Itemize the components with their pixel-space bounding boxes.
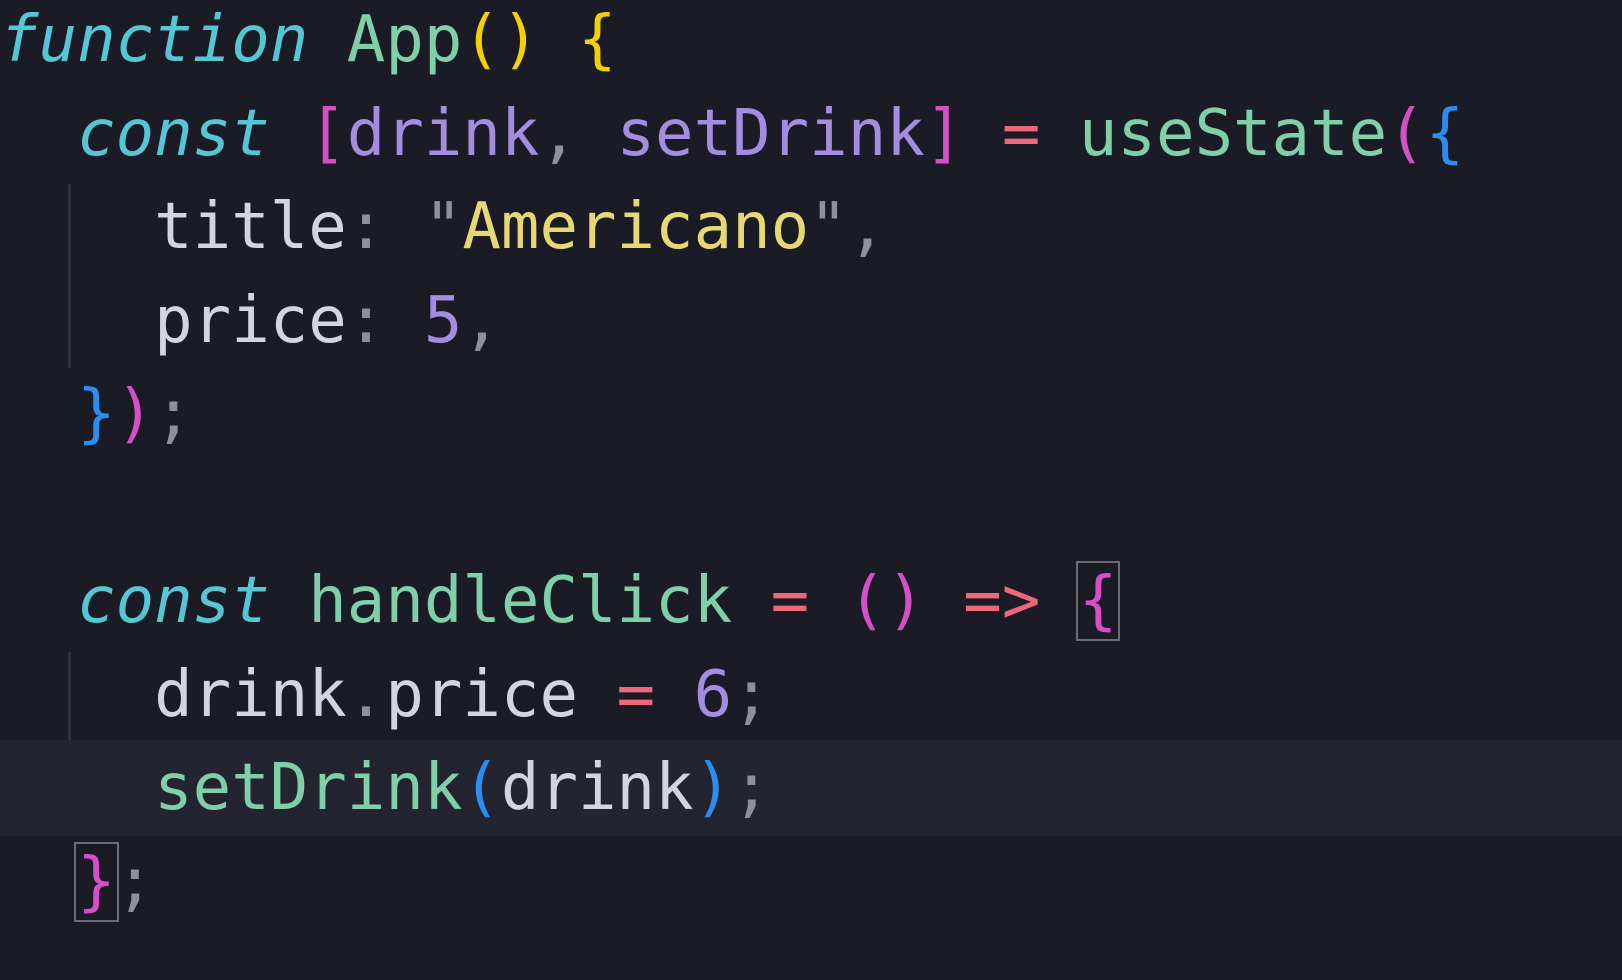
code-line[interactable]: const [drink, setDrink] = useState({ [0, 86, 1622, 182]
code-line[interactable]: drink.price = 6; [0, 647, 1622, 743]
code-token: drink [346, 96, 540, 171]
matched-bracket: } [74, 841, 119, 922]
code-token: => [963, 564, 1041, 638]
code-token: , [847, 190, 887, 264]
code-token: ; [154, 377, 193, 451]
code-token: ] [924, 96, 964, 171]
code-editor[interactable]: function App() { const [drink, setDrink]… [0, 0, 1622, 980]
code-token: { [577, 3, 617, 77]
code-line[interactable]: const handleClick = () => { [0, 553, 1622, 649]
code-line[interactable]: title: "Americano", [0, 179, 1622, 275]
code-token: useState [1078, 96, 1388, 171]
code-token: const [77, 564, 270, 638]
code-token: , [539, 96, 578, 171]
code-token: " [809, 190, 848, 264]
code-token: ( [462, 751, 501, 825]
code-line[interactable]: }; [0, 834, 1622, 930]
code-token: title [154, 190, 347, 264]
code-token: ) [115, 377, 155, 451]
code-token: = [770, 564, 810, 638]
code-token: handleClick [308, 564, 733, 638]
code-line[interactable]: price: 5, [0, 273, 1622, 369]
code-line[interactable]: }); [0, 366, 1622, 462]
code-token: price [154, 283, 347, 358]
code-token: setDrink [616, 96, 925, 171]
code-token: ; [115, 844, 155, 919]
code-line[interactable]: function App() { [0, 0, 1622, 88]
code-token: setDrink [154, 751, 463, 825]
code-token: () [462, 3, 540, 77]
code-token: : [346, 283, 386, 358]
code-token: function [0, 3, 309, 77]
code-token: ) [693, 751, 733, 825]
code-token: = [616, 657, 656, 732]
code-token: ; [732, 657, 771, 732]
code-token: price [385, 657, 578, 732]
code-token: () [847, 564, 925, 638]
code-token: const [77, 96, 270, 171]
code-token: = [1001, 96, 1041, 171]
code-token: ; [732, 751, 771, 825]
code-token: . [346, 657, 386, 732]
code-token: drink [500, 751, 694, 825]
code-line[interactable] [0, 460, 1622, 556]
code-token: Americano [462, 190, 810, 264]
code-token: : [346, 190, 386, 264]
code-token: ( [1387, 96, 1426, 171]
code-token: drink [154, 657, 347, 732]
code-token: , [462, 283, 501, 358]
code-token: 5 [423, 283, 463, 358]
code-token: App [346, 3, 463, 77]
matched-bracket: { [1075, 561, 1121, 641]
code-token: " [423, 190, 463, 264]
code-token: } [77, 377, 116, 451]
code-token: 6 [693, 657, 733, 732]
code-token: { [1425, 96, 1465, 171]
code-line-current[interactable]: setDrink(drink); [0, 740, 1622, 836]
code-token: [ [308, 96, 347, 171]
